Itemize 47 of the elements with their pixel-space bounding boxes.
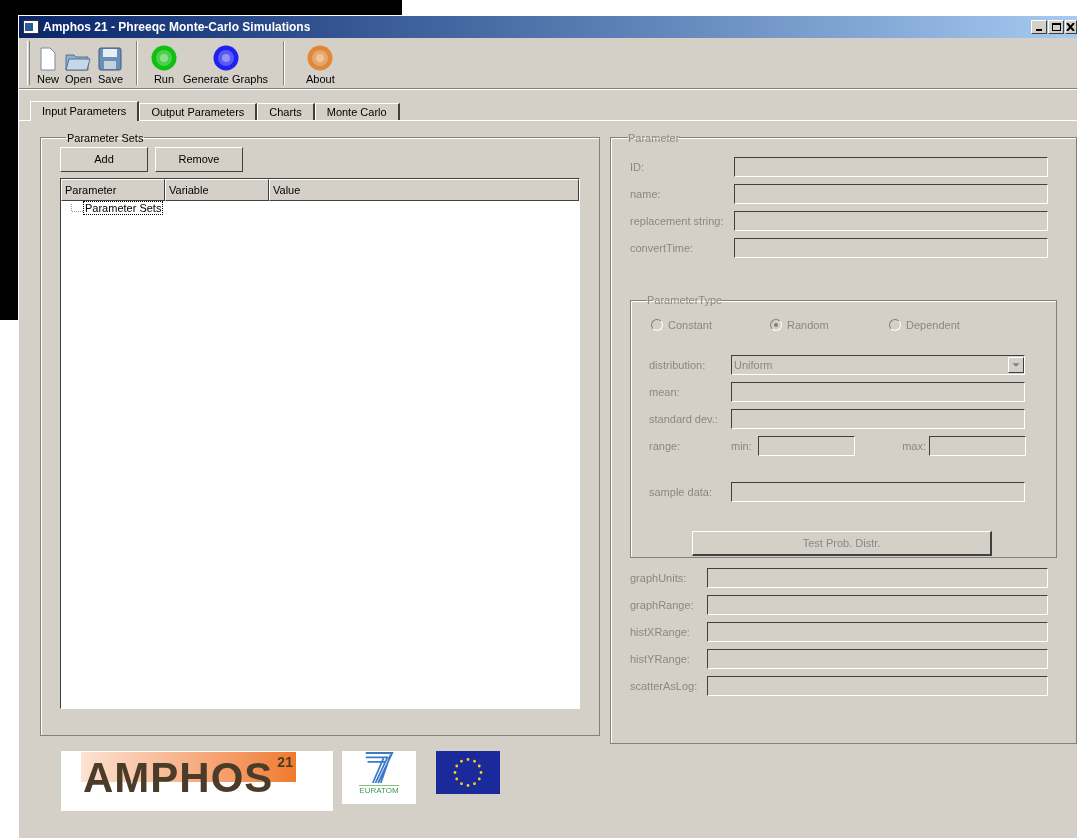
field-label: standard dev.: <box>649 411 719 427</box>
field-label: range: <box>649 438 682 454</box>
toolbar-button[interactable]: Open <box>62 40 95 87</box>
field-label: mean: <box>649 384 681 400</box>
group-title: Parameter Sets <box>66 130 145 146</box>
field-label: graphUnits: <box>630 570 688 586</box>
document-icon <box>39 47 57 72</box>
push-button[interactable]: Add <box>60 147 148 173</box>
field-label: min: <box>731 438 753 454</box>
field-label: distribution: <box>649 357 707 373</box>
column-header[interactable]: Parameter <box>61 179 165 202</box>
group-title: ParameterType <box>647 293 723 309</box>
minimize-button[interactable] <box>1031 20 1047 35</box>
logo-text: AMPHOS <box>82 752 274 803</box>
eu-flag-icon <box>436 750 500 794</box>
logo-text: EURATOM <box>359 784 399 795</box>
push-button[interactable]: Remove <box>155 147 243 173</box>
field-label: sample data: <box>649 484 713 500</box>
seven-emblem-icon <box>364 750 394 785</box>
tree-item[interactable]: Parameter Sets <box>83 201 164 216</box>
column-header[interactable]: Variable <box>165 179 269 202</box>
toolbar-button[interactable]: New <box>34 40 62 87</box>
tab[interactable]: Charts <box>257 102 315 120</box>
window-title: Amphos 21 - Phreeqc Monte-Carlo Simulations <box>43 19 311 37</box>
field-label: histYRange: <box>630 651 691 667</box>
tree-branch-icon <box>71 204 83 213</box>
toolbar-button[interactable]: Save <box>94 40 126 87</box>
field-label: ID: <box>630 159 646 175</box>
tab[interactable]: Output Parameters <box>139 102 258 120</box>
close-button[interactable] <box>1065 20 1077 35</box>
toolbar-button[interactable]: Run <box>148 40 180 87</box>
app-icon <box>23 20 39 35</box>
tab[interactable]: Input Parameters <box>30 100 140 121</box>
field-label: convertTime: <box>630 240 695 256</box>
tab[interactable]: Monte Carlo <box>314 102 400 120</box>
field-label: histXRange: <box>630 624 691 640</box>
field-label: max: <box>901 438 927 454</box>
field-label: graphRange: <box>630 597 695 613</box>
field-label: name: <box>630 186 662 202</box>
toolbar-button[interactable]: About <box>303 40 338 87</box>
toolbar-button[interactable]: Generate Graphs <box>180 40 271 87</box>
column-header[interactable]: Value <box>269 179 579 202</box>
logo-superscript: 21 <box>277 753 293 770</box>
group-title: Parameter <box>628 130 680 146</box>
field-label: replacement string: <box>630 213 725 229</box>
maximize-button[interactable] <box>1048 20 1064 35</box>
field-label: scatterAsLog: <box>630 678 699 694</box>
